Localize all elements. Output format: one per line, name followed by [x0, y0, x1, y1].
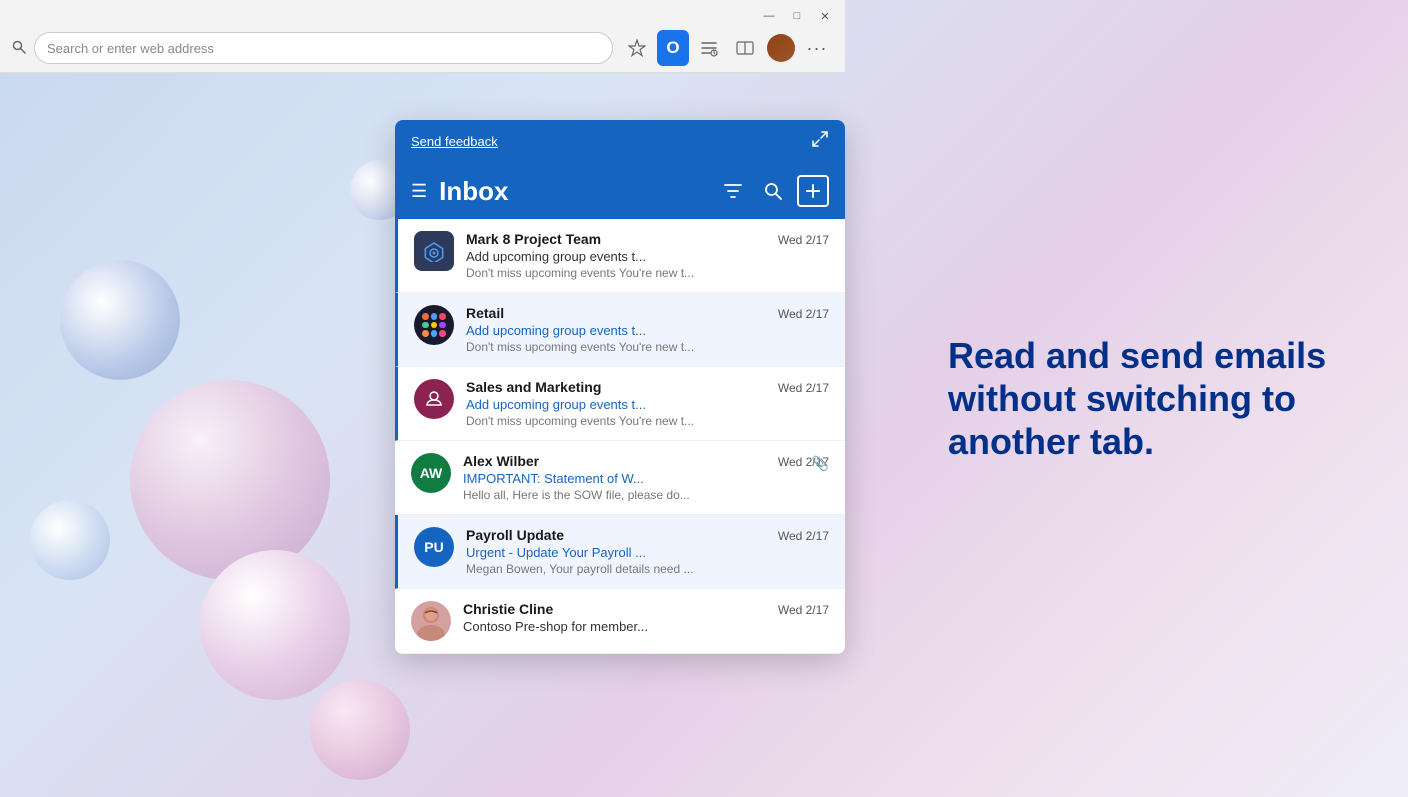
email-subject-mark8: Add upcoming group events t... — [466, 249, 829, 264]
avatar-retail — [414, 305, 454, 345]
email-content-alex: Alex Wilber Wed 2/17 IMPORTANT: Statemen… — [463, 453, 829, 502]
sender-name-christie: Christie Cline — [463, 601, 553, 617]
email-top-row-retail: Retail Wed 2/17 — [466, 305, 829, 321]
sphere-2 — [130, 380, 330, 580]
email-subject-payroll: Urgent - Update Your Payroll ... — [466, 545, 829, 560]
avatar-alex: AW — [411, 453, 451, 493]
address-input[interactable]: Search or enter web address — [34, 32, 613, 64]
maximize-button[interactable]: □ — [789, 8, 805, 24]
sender-name-payroll: Payroll Update — [466, 527, 564, 543]
email-content-mark8: Mark 8 Project Team Wed 2/17 Add upcomin… — [466, 231, 829, 280]
email-subject-sales: Add upcoming group events t... — [466, 397, 829, 412]
sphere-1 — [60, 260, 180, 380]
profile-avatar[interactable] — [765, 32, 797, 64]
email-item-alex[interactable]: AW Alex Wilber Wed 2/17 IMPORTANT: State… — [395, 441, 845, 515]
email-top-row-payroll: Payroll Update Wed 2/17 — [466, 527, 829, 543]
more-options-button[interactable]: ··· — [801, 32, 833, 64]
favorites-icon[interactable] — [621, 32, 653, 64]
search-icon — [12, 40, 26, 57]
email-preview-payroll: Megan Bowen, Your payroll details need .… — [466, 562, 829, 576]
hamburger-menu-icon[interactable]: ☰ — [411, 181, 427, 202]
email-preview-mark8: Don't miss upcoming events You're new t.… — [466, 266, 829, 280]
sphere-3 — [30, 500, 110, 580]
send-feedback-link[interactable]: Send feedback — [411, 134, 498, 149]
promo-text: Read and send emails without switching t… — [948, 334, 1328, 464]
email-top-row-christie: Christie Cline Wed 2/17 — [463, 601, 829, 617]
promo-heading: Read and send emails without switching t… — [948, 334, 1328, 464]
email-subject-retail: Add upcoming group events t... — [466, 323, 829, 338]
email-content-retail: Retail Wed 2/17 Add upcoming group event… — [466, 305, 829, 354]
collections-icon[interactable] — [693, 32, 725, 64]
filter-icon[interactable] — [717, 175, 749, 207]
email-date-sales: Wed 2/17 — [778, 381, 829, 395]
inbox-header: ☰ Inbox — [395, 163, 845, 219]
email-subject-alex: IMPORTANT: Statement of W... — [463, 471, 829, 486]
email-content-payroll: Payroll Update Wed 2/17 Urgent - Update … — [466, 527, 829, 576]
address-placeholder: Search or enter web address — [47, 41, 214, 56]
close-button[interactable]: ✕ — [817, 8, 833, 24]
inbox-header-actions — [717, 175, 829, 207]
email-preview-sales: Don't miss upcoming events You're new t.… — [466, 414, 829, 428]
avatar-mark8 — [414, 231, 454, 271]
address-bar-row: Search or enter web address O — [0, 28, 845, 72]
email-date-mark8: Wed 2/17 — [778, 233, 829, 247]
email-date-payroll: Wed 2/17 — [778, 529, 829, 543]
toolbar-icons: O — [621, 32, 833, 64]
email-item-retail[interactable]: Retail Wed 2/17 Add upcoming group event… — [395, 293, 845, 367]
email-preview-alex: Hello all, Here is the SOW file, please … — [463, 488, 829, 502]
email-list: Mark 8 Project Team Wed 2/17 Add upcomin… — [395, 219, 845, 654]
browser-chrome: — □ ✕ Search or enter web address O — [0, 0, 845, 73]
new-email-button[interactable] — [797, 175, 829, 207]
mail-panel: Send feedback ☰ Inbox — [395, 120, 845, 654]
panel-top-bar: Send feedback — [395, 120, 845, 163]
minimize-button[interactable]: — — [761, 8, 777, 24]
sphere-6 — [310, 680, 410, 780]
outlook-icon: O — [657, 30, 689, 66]
avatar-image — [767, 34, 795, 62]
search-mail-icon[interactable] — [757, 175, 789, 207]
sender-name-retail: Retail — [466, 305, 504, 321]
email-item-sales[interactable]: Sales and Marketing Wed 2/17 Add upcomin… — [395, 367, 845, 441]
split-screen-icon[interactable] — [729, 32, 761, 64]
sender-name-mark8: Mark 8 Project Team — [466, 231, 601, 247]
expand-icon[interactable] — [811, 130, 829, 153]
email-content-christie: Christie Cline Wed 2/17 Contoso Pre-shop… — [463, 601, 829, 634]
email-top-row-mark8: Mark 8 Project Team Wed 2/17 — [466, 231, 829, 247]
email-top-row-alex: Alex Wilber Wed 2/17 — [463, 453, 829, 469]
avatar-sales — [414, 379, 454, 419]
sphere-4 — [200, 550, 350, 700]
avatar-christie — [411, 601, 451, 641]
email-date-christie: Wed 2/17 — [778, 603, 829, 617]
sender-name-sales: Sales and Marketing — [466, 379, 601, 395]
email-preview-retail: Don't miss upcoming events You're new t.… — [466, 340, 829, 354]
email-item-christie[interactable]: Christie Cline Wed 2/17 Contoso Pre-shop… — [395, 589, 845, 654]
avatar-payroll: PU — [414, 527, 454, 567]
email-item-mark8[interactable]: Mark 8 Project Team Wed 2/17 Add upcomin… — [395, 219, 845, 293]
attachment-icon: 📎 — [812, 455, 829, 472]
sender-name-alex: Alex Wilber — [463, 453, 539, 469]
outlook-tab-button[interactable]: O — [657, 32, 689, 64]
email-item-payroll[interactable]: PU Payroll Update Wed 2/17 Urgent - Upda… — [395, 515, 845, 589]
email-subject-christie: Contoso Pre-shop for member... — [463, 619, 829, 634]
email-top-row-sales: Sales and Marketing Wed 2/17 — [466, 379, 829, 395]
inbox-title: Inbox — [439, 176, 705, 207]
title-bar: — □ ✕ — [0, 0, 845, 28]
email-content-sales: Sales and Marketing Wed 2/17 Add upcomin… — [466, 379, 829, 428]
email-date-retail: Wed 2/17 — [778, 307, 829, 321]
